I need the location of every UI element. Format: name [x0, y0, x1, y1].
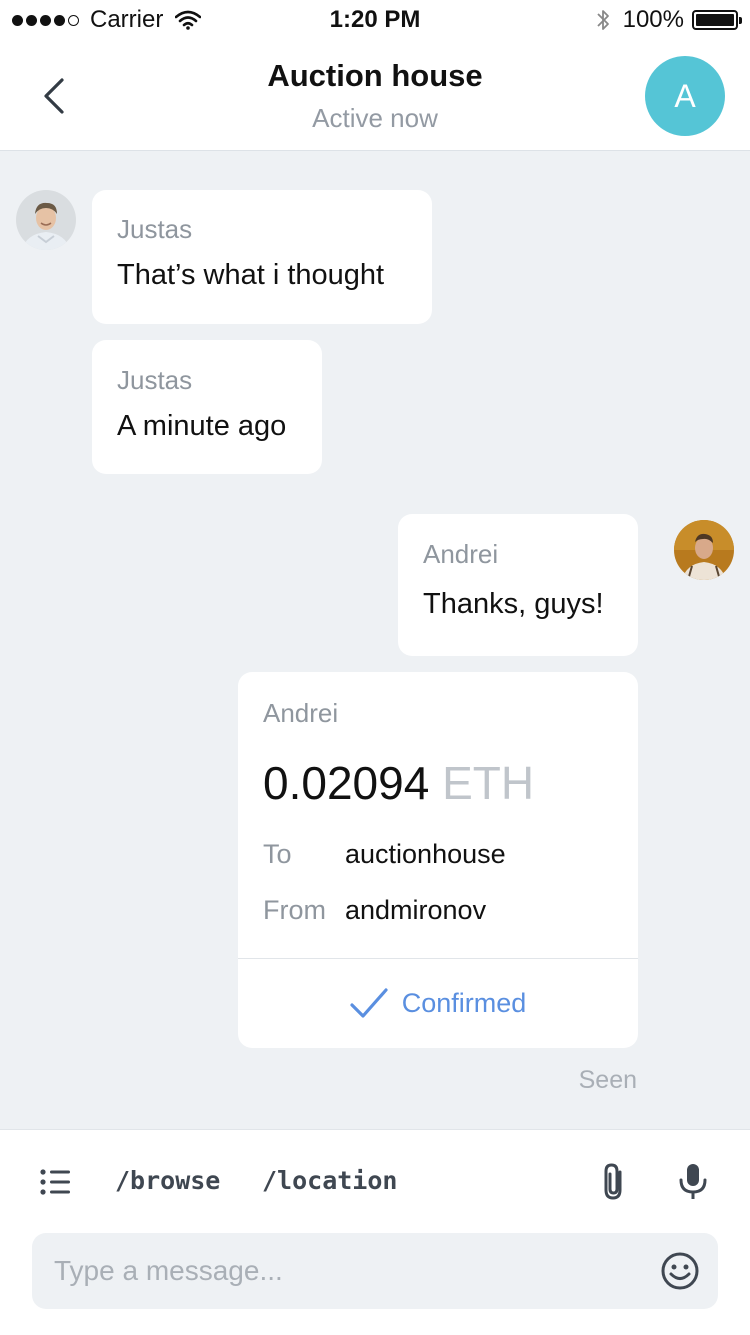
- bluetooth-icon: [596, 10, 609, 30]
- microphone-icon[interactable]: [678, 1162, 708, 1202]
- battery-percent: 100%: [622, 6, 684, 33]
- message-sender: Justas: [117, 365, 193, 395]
- avatar[interactable]: [674, 520, 734, 580]
- transaction-card[interactable]: Andrei 0.02094 ETH To auctionhouse From …: [238, 672, 638, 1048]
- transaction-from-row: From andmironov: [263, 895, 486, 926]
- message-sender: Andrei: [423, 539, 499, 569]
- status-bar: Carrier 1:20 PM 100%: [0, 0, 750, 40]
- contact-avatar[interactable]: A: [645, 56, 725, 136]
- transaction-status: Confirmed: [238, 958, 638, 1048]
- message-sender: Justas: [117, 214, 193, 244]
- transaction-to-row: To auctionhouse: [263, 839, 506, 870]
- avatar-justas: [16, 190, 76, 250]
- list-icon[interactable]: [40, 1168, 72, 1196]
- from-value: andmironov: [345, 895, 487, 925]
- command-location[interactable]: /location: [262, 1166, 397, 1195]
- paperclip-icon[interactable]: [598, 1162, 630, 1202]
- to-value: auctionhouse: [345, 839, 506, 869]
- chat-status: Active now: [312, 103, 438, 133]
- message-bubble[interactable]: Justas That’s what i thought: [92, 190, 432, 324]
- amount-currency: ETH: [442, 757, 535, 809]
- avatar-andrei: [674, 520, 734, 580]
- from-label: From: [263, 895, 326, 925]
- seen-indicator: Seen: [578, 1066, 637, 1094]
- transaction-sender: Andrei: [263, 698, 339, 728]
- amount-value: 0.02094: [263, 757, 430, 809]
- to-label: To: [263, 839, 292, 869]
- status-label: Confirmed: [401, 987, 527, 1018]
- command-browse[interactable]: /browse: [115, 1166, 220, 1195]
- status-right: 100%: [595, 6, 742, 34]
- message-text: That’s what i thought: [117, 259, 385, 291]
- transaction-amount: 0.02094 ETH: [263, 756, 534, 810]
- chat-title: Auction house: [267, 58, 483, 93]
- avatar-letter: A: [674, 77, 696, 114]
- composer: /browse /location: [0, 1129, 750, 1335]
- avatar[interactable]: [16, 190, 76, 250]
- message-bubble[interactable]: Andrei Thanks, guys!: [398, 514, 638, 656]
- message-bubble[interactable]: Justas A minute ago: [92, 340, 322, 474]
- chat-header: Auction house Active now A: [0, 40, 750, 151]
- checkmark-icon: [350, 988, 388, 1018]
- message-input[interactable]: [32, 1233, 718, 1309]
- emoji-icon[interactable]: [660, 1251, 700, 1291]
- battery-icon: [692, 10, 742, 30]
- message-text: Thanks, guys!: [423, 588, 604, 620]
- message-text: A minute ago: [117, 410, 287, 442]
